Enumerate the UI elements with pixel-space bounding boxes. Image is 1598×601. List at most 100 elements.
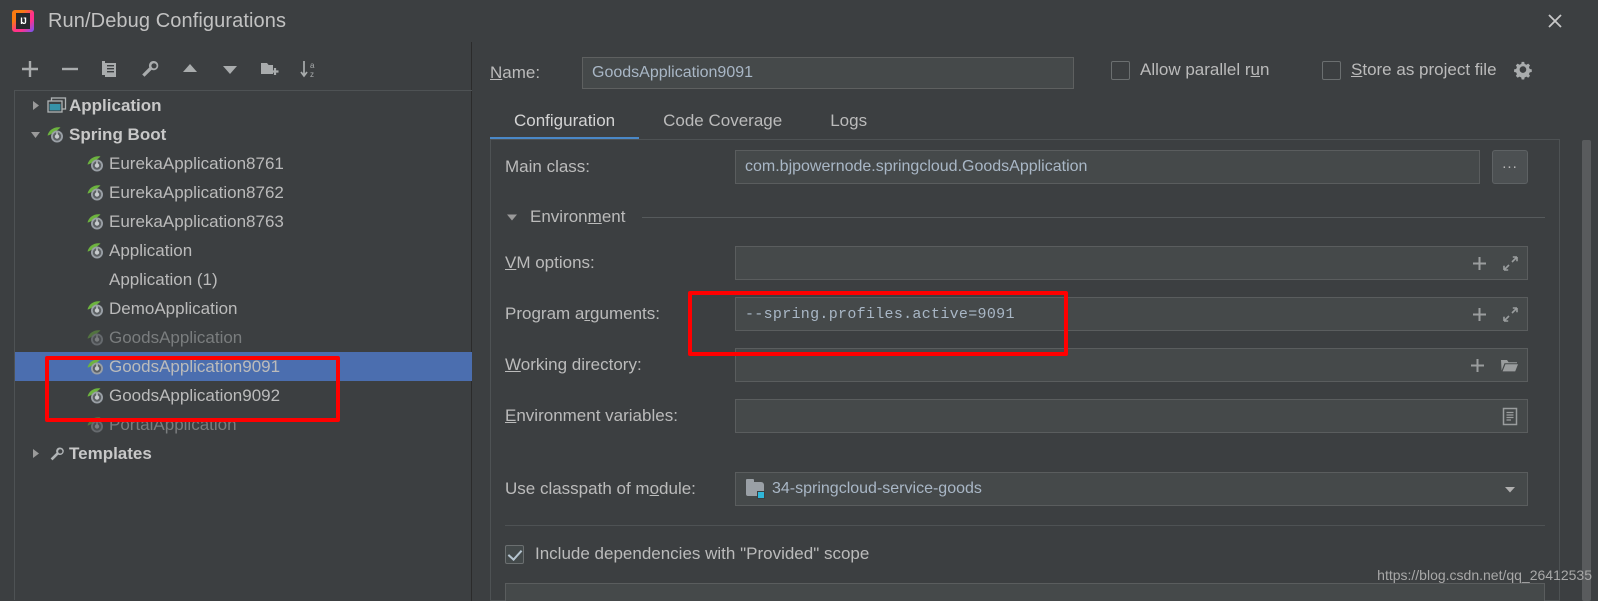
configurations-toolbar: a z [0, 48, 472, 90]
program-arguments-expand-icon[interactable] [1502, 306, 1519, 323]
tree-item-label: PortalApplication [109, 414, 237, 434]
add-configuration-button[interactable] [18, 57, 42, 81]
include-provided-scope-checkbox[interactable]: Include dependencies with "Provided" sco… [505, 544, 869, 564]
tab-logs[interactable]: Logs [806, 111, 891, 140]
sort-configurations-button[interactable]: a z [298, 57, 322, 81]
tree-item-portalapplication[interactable]: PortalApplication [15, 410, 472, 439]
vm-options-label: VM options: [505, 253, 595, 272]
editor-tabs[interactable]: Configuration Code Coverage Logs [490, 100, 1580, 140]
svg-text:z: z [310, 70, 314, 79]
tree-item-demoapplication[interactable]: DemoApplication [15, 294, 472, 323]
scrollbar-thumb[interactable] [1582, 140, 1591, 601]
use-classpath-of-module-value: 34-springcloud-service-goods [772, 480, 982, 497]
tree-item-label: EurekaApplication8761 [109, 153, 284, 173]
main-class-browse-button[interactable]: ... [1492, 150, 1528, 184]
intellij-idea-logo-icon [12, 10, 34, 32]
name-input[interactable]: GoodsApplication9091 [582, 57, 1074, 89]
bottom-field[interactable] [505, 583, 1545, 601]
program-arguments-value: --spring.profiles.active=9091 [745, 305, 1015, 323]
vm-options-plus-icon[interactable] [1471, 255, 1488, 272]
allow-parallel-run-checkbox[interactable]: Allow parallel run [1111, 60, 1269, 80]
close-icon[interactable] [1542, 8, 1568, 34]
configurations-tree[interactable]: Application Spring Boot EurekaApplication8… [14, 90, 472, 600]
working-directory-row: Working directory: [491, 346, 1559, 384]
program-arguments-label: Program arguments: [505, 304, 660, 323]
store-as-project-file-checkbox[interactable]: Store as project file [1322, 60, 1533, 80]
tree-item-goodsapplication[interactable]: GoodsApplication [15, 323, 472, 352]
spring-boot-icon [85, 358, 109, 376]
environment-variables-list-icon[interactable] [1501, 407, 1519, 426]
edit-templates-button[interactable] [138, 57, 162, 81]
vm-options-input[interactable] [735, 246, 1528, 280]
watermark: https://blog.csdn.net/qq_26412535 [1377, 567, 1592, 583]
program-arguments-row: Program arguments: --spring.profiles.act… [491, 295, 1559, 333]
spring-boot-icon [85, 242, 109, 260]
use-classpath-of-module-dropdown[interactable]: 34-springcloud-service-goods [735, 472, 1528, 506]
program-arguments-input[interactable]: --spring.profiles.active=9091 [735, 297, 1528, 331]
chevron-right-icon[interactable] [25, 447, 45, 460]
tree-item-eurekaapplication8761[interactable]: EurekaApplication8761 [15, 149, 472, 178]
remove-configuration-button[interactable] [58, 57, 82, 81]
configuration-editor-panel: Name: GoodsApplication9091 Allow paralle… [473, 42, 1598, 601]
chevron-down-icon[interactable] [25, 128, 45, 141]
tree-item-label: GoodsApplication9092 [109, 385, 281, 405]
tree-item-application[interactable]: Application [15, 236, 472, 265]
copy-configuration-button[interactable] [98, 57, 122, 81]
tree-item-label: Spring Boot [69, 124, 167, 144]
store-as-project-file-box[interactable] [1322, 60, 1341, 80]
environment-section-header[interactable]: Environment [505, 204, 1545, 230]
tree-item-label: EurekaApplication8763 [109, 211, 284, 231]
tree-item-application[interactable]: Application [15, 91, 472, 120]
spring-boot-icon [85, 329, 109, 347]
vm-options-row: VM options: [491, 244, 1559, 282]
tree-item-label: Templates [69, 443, 152, 463]
chevron-right-icon[interactable] [25, 99, 45, 112]
program-arguments-plus-icon[interactable] [1471, 306, 1488, 323]
spring-boot-icon [85, 300, 109, 318]
environment-section-label: Environment [530, 207, 626, 226]
tab-configuration[interactable]: Configuration [490, 111, 640, 140]
tree-item-templates[interactable]: Templates [15, 439, 472, 468]
configuration-form: Main class: com.bjpowernode.springcloud.… [490, 140, 1560, 601]
tree-item-spring-boot[interactable]: Spring Boot [15, 120, 472, 149]
main-class-input[interactable]: com.bjpowernode.springcloud.GoodsApplica… [735, 150, 1480, 184]
tree-item-label: EurekaApplication8762 [109, 182, 284, 202]
working-directory-folder-icon[interactable] [1500, 357, 1519, 374]
include-provided-scope-box[interactable] [505, 544, 524, 564]
configurations-panel: a z Application Spring Boot EurekaApplicat… [0, 42, 472, 601]
form-scrollbar[interactable] [1581, 140, 1592, 601]
tree-item-eurekaapplication8762[interactable]: EurekaApplication8762 [15, 178, 472, 207]
tab-code-coverage[interactable]: Code Coverage [639, 111, 806, 140]
use-classpath-of-module-label: Use classpath of module: [505, 479, 696, 498]
environment-variables-label: Environment variables: [505, 406, 678, 425]
new-folder-button[interactable] [258, 57, 282, 81]
tree-item-label: GoodsApplication [109, 327, 243, 347]
section-separator [642, 216, 1545, 218]
tree-item-goodsapplication9091[interactable]: GoodsApplication9091 [15, 352, 472, 381]
tree-item-label: Application [109, 240, 193, 260]
application-icon [45, 97, 69, 114]
move-down-button[interactable] [218, 57, 242, 81]
spring-boot-icon [45, 126, 69, 144]
gear-icon[interactable] [1513, 60, 1533, 80]
spring-boot-icon [85, 184, 109, 202]
tree-item-label: Application [69, 95, 162, 115]
allow-parallel-run-box[interactable] [1111, 60, 1130, 80]
main-class-row: Main class: com.bjpowernode.springcloud.… [491, 148, 1559, 186]
working-directory-label: Working directory: [505, 355, 642, 374]
tree-item-application-1[interactable]: Application (1) [15, 265, 472, 294]
working-directory-input[interactable] [735, 348, 1528, 382]
use-classpath-of-module-row: Use classpath of module: 34-springcloud-… [491, 470, 1559, 508]
allow-parallel-run-label: Allow parallel run [1140, 60, 1270, 79]
form-separator [505, 525, 1545, 526]
spring-boot-icon [85, 416, 109, 434]
tree-item-eurekaapplication8763[interactable]: EurekaApplication8763 [15, 207, 472, 236]
chevron-down-icon[interactable] [1503, 482, 1517, 496]
working-directory-plus-icon[interactable] [1469, 357, 1486, 374]
tree-item-goodsapplication9092[interactable]: GoodsApplication9092 [15, 381, 472, 410]
tree-item-label: Application (1) [109, 269, 218, 289]
environment-variables-input[interactable] [735, 399, 1528, 433]
vm-options-expand-icon[interactable] [1502, 255, 1519, 272]
environment-variables-row: Environment variables: [491, 397, 1559, 435]
move-up-button[interactable] [178, 57, 202, 81]
